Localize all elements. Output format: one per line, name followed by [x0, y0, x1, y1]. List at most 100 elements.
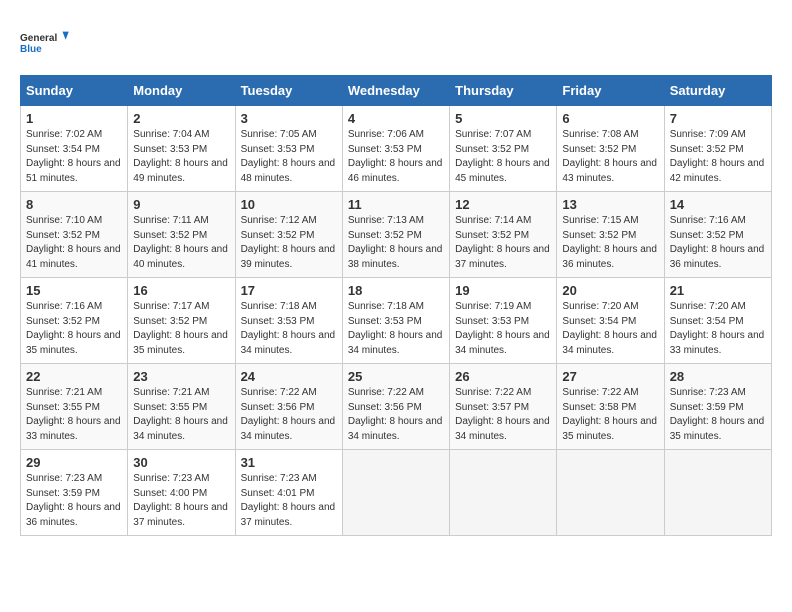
day-number: 15 [26, 283, 122, 298]
day-number: 2 [133, 111, 229, 126]
day-number: 25 [348, 369, 444, 384]
calendar-cell: 12 Sunrise: 7:14 AMSunset: 3:52 PMDaylig… [450, 192, 557, 278]
calendar-cell: 23 Sunrise: 7:21 AMSunset: 3:55 PMDaylig… [128, 364, 235, 450]
day-info: Sunrise: 7:21 AMSunset: 3:55 PMDaylight:… [133, 387, 228, 442]
calendar-cell: 4 Sunrise: 7:06 AMSunset: 3:53 PMDayligh… [342, 106, 449, 192]
calendar-body: 1 Sunrise: 7:02 AMSunset: 3:54 PMDayligh… [21, 106, 772, 536]
calendar-week-1: 1 Sunrise: 7:02 AMSunset: 3:54 PMDayligh… [21, 106, 772, 192]
header-friday: Friday [557, 76, 664, 106]
day-info: Sunrise: 7:22 AMSunset: 3:57 PMDaylight:… [455, 387, 550, 442]
calendar-cell: 17 Sunrise: 7:18 AMSunset: 3:53 PMDaylig… [235, 278, 342, 364]
calendar-cell: 19 Sunrise: 7:19 AMSunset: 3:53 PMDaylig… [450, 278, 557, 364]
logo-svg: General Blue [20, 20, 70, 65]
day-info: Sunrise: 7:20 AMSunset: 3:54 PMDaylight:… [562, 301, 657, 356]
calendar-cell: 13 Sunrise: 7:15 AMSunset: 3:52 PMDaylig… [557, 192, 664, 278]
day-info: Sunrise: 7:22 AMSunset: 3:56 PMDaylight:… [241, 387, 336, 442]
day-number: 8 [26, 197, 122, 212]
calendar-cell: 7 Sunrise: 7:09 AMSunset: 3:52 PMDayligh… [664, 106, 771, 192]
day-number: 29 [26, 455, 122, 470]
calendar-cell: 10 Sunrise: 7:12 AMSunset: 3:52 PMDaylig… [235, 192, 342, 278]
calendar-cell: 24 Sunrise: 7:22 AMSunset: 3:56 PMDaylig… [235, 364, 342, 450]
day-info: Sunrise: 7:22 AMSunset: 3:56 PMDaylight:… [348, 387, 443, 442]
logo: General Blue [20, 20, 70, 65]
day-number: 30 [133, 455, 229, 470]
svg-text:General: General [20, 33, 57, 44]
day-number: 6 [562, 111, 658, 126]
day-number: 21 [670, 283, 766, 298]
day-info: Sunrise: 7:09 AMSunset: 3:52 PMDaylight:… [670, 129, 765, 184]
day-number: 13 [562, 197, 658, 212]
svg-text:Blue: Blue [20, 44, 42, 55]
calendar-cell: 20 Sunrise: 7:20 AMSunset: 3:54 PMDaylig… [557, 278, 664, 364]
day-number: 27 [562, 369, 658, 384]
day-number: 18 [348, 283, 444, 298]
day-info: Sunrise: 7:23 AMSunset: 3:59 PMDaylight:… [26, 473, 121, 528]
calendar-cell: 26 Sunrise: 7:22 AMSunset: 3:57 PMDaylig… [450, 364, 557, 450]
day-info: Sunrise: 7:23 AMSunset: 3:59 PMDaylight:… [670, 387, 765, 442]
calendar-cell [450, 450, 557, 536]
calendar-cell [342, 450, 449, 536]
calendar-cell: 8 Sunrise: 7:10 AMSunset: 3:52 PMDayligh… [21, 192, 128, 278]
day-info: Sunrise: 7:11 AMSunset: 3:52 PMDaylight:… [133, 215, 228, 270]
day-number: 5 [455, 111, 551, 126]
day-number: 28 [670, 369, 766, 384]
calendar-cell: 30 Sunrise: 7:23 AMSunset: 4:00 PMDaylig… [128, 450, 235, 536]
header-tuesday: Tuesday [235, 76, 342, 106]
day-info: Sunrise: 7:12 AMSunset: 3:52 PMDaylight:… [241, 215, 336, 270]
day-number: 14 [670, 197, 766, 212]
day-info: Sunrise: 7:18 AMSunset: 3:53 PMDaylight:… [241, 301, 336, 356]
day-info: Sunrise: 7:21 AMSunset: 3:55 PMDaylight:… [26, 387, 121, 442]
calendar-week-5: 29 Sunrise: 7:23 AMSunset: 3:59 PMDaylig… [21, 450, 772, 536]
day-info: Sunrise: 7:20 AMSunset: 3:54 PMDaylight:… [670, 301, 765, 356]
calendar-cell [557, 450, 664, 536]
day-number: 24 [241, 369, 337, 384]
day-number: 11 [348, 197, 444, 212]
day-number: 23 [133, 369, 229, 384]
calendar-cell: 31 Sunrise: 7:23 AMSunset: 4:01 PMDaylig… [235, 450, 342, 536]
calendar-cell: 27 Sunrise: 7:22 AMSunset: 3:58 PMDaylig… [557, 364, 664, 450]
day-number: 4 [348, 111, 444, 126]
calendar-cell: 18 Sunrise: 7:18 AMSunset: 3:53 PMDaylig… [342, 278, 449, 364]
header-wednesday: Wednesday [342, 76, 449, 106]
day-number: 7 [670, 111, 766, 126]
day-number: 20 [562, 283, 658, 298]
day-number: 9 [133, 197, 229, 212]
day-info: Sunrise: 7:17 AMSunset: 3:52 PMDaylight:… [133, 301, 228, 356]
calendar-header-row: SundayMondayTuesdayWednesdayThursdayFrid… [21, 76, 772, 106]
header-monday: Monday [128, 76, 235, 106]
calendar-cell: 25 Sunrise: 7:22 AMSunset: 3:56 PMDaylig… [342, 364, 449, 450]
calendar-cell: 16 Sunrise: 7:17 AMSunset: 3:52 PMDaylig… [128, 278, 235, 364]
day-info: Sunrise: 7:10 AMSunset: 3:52 PMDaylight:… [26, 215, 121, 270]
day-info: Sunrise: 7:08 AMSunset: 3:52 PMDaylight:… [562, 129, 657, 184]
calendar-cell: 28 Sunrise: 7:23 AMSunset: 3:59 PMDaylig… [664, 364, 771, 450]
calendar-cell: 2 Sunrise: 7:04 AMSunset: 3:53 PMDayligh… [128, 106, 235, 192]
day-info: Sunrise: 7:22 AMSunset: 3:58 PMDaylight:… [562, 387, 657, 442]
day-number: 10 [241, 197, 337, 212]
calendar-cell: 22 Sunrise: 7:21 AMSunset: 3:55 PMDaylig… [21, 364, 128, 450]
day-info: Sunrise: 7:19 AMSunset: 3:53 PMDaylight:… [455, 301, 550, 356]
day-number: 12 [455, 197, 551, 212]
day-number: 22 [26, 369, 122, 384]
calendar-cell [664, 450, 771, 536]
calendar-cell: 5 Sunrise: 7:07 AMSunset: 3:52 PMDayligh… [450, 106, 557, 192]
day-info: Sunrise: 7:02 AMSunset: 3:54 PMDaylight:… [26, 129, 121, 184]
day-info: Sunrise: 7:18 AMSunset: 3:53 PMDaylight:… [348, 301, 443, 356]
calendar-cell: 6 Sunrise: 7:08 AMSunset: 3:52 PMDayligh… [557, 106, 664, 192]
calendar-table: SundayMondayTuesdayWednesdayThursdayFrid… [20, 75, 772, 536]
day-info: Sunrise: 7:07 AMSunset: 3:52 PMDaylight:… [455, 129, 550, 184]
day-info: Sunrise: 7:06 AMSunset: 3:53 PMDaylight:… [348, 129, 443, 184]
header-thursday: Thursday [450, 76, 557, 106]
day-info: Sunrise: 7:04 AMSunset: 3:53 PMDaylight:… [133, 129, 228, 184]
header-sunday: Sunday [21, 76, 128, 106]
day-number: 16 [133, 283, 229, 298]
day-number: 26 [455, 369, 551, 384]
day-info: Sunrise: 7:23 AMSunset: 4:01 PMDaylight:… [241, 473, 336, 528]
day-number: 19 [455, 283, 551, 298]
day-info: Sunrise: 7:16 AMSunset: 3:52 PMDaylight:… [26, 301, 121, 356]
calendar-cell: 14 Sunrise: 7:16 AMSunset: 3:52 PMDaylig… [664, 192, 771, 278]
calendar-week-2: 8 Sunrise: 7:10 AMSunset: 3:52 PMDayligh… [21, 192, 772, 278]
calendar-cell: 11 Sunrise: 7:13 AMSunset: 3:52 PMDaylig… [342, 192, 449, 278]
day-info: Sunrise: 7:14 AMSunset: 3:52 PMDaylight:… [455, 215, 550, 270]
calendar-cell: 9 Sunrise: 7:11 AMSunset: 3:52 PMDayligh… [128, 192, 235, 278]
calendar-cell: 1 Sunrise: 7:02 AMSunset: 3:54 PMDayligh… [21, 106, 128, 192]
